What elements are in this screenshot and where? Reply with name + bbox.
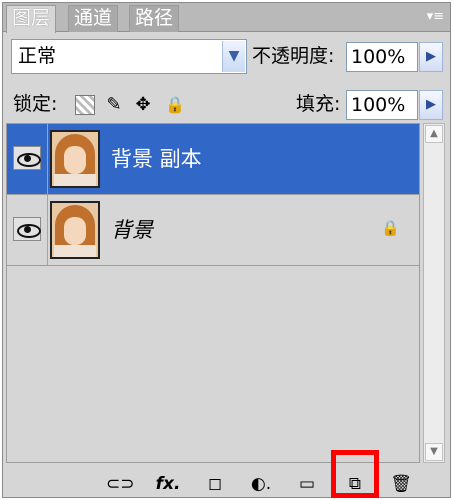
layer-list-scrollbar[interactable]: ▲ ▼ xyxy=(423,123,445,463)
eye-icon[interactable] xyxy=(13,217,41,241)
layer-list: 背景 副本 背景 🔒 xyxy=(6,123,420,463)
lock-icon: 🔒 xyxy=(381,219,400,237)
layer-name[interactable]: 背景 xyxy=(111,217,153,243)
fill-slider-button[interactable]: ▶ xyxy=(419,90,443,120)
layer-style-icon[interactable]: fx. xyxy=(153,473,183,495)
link-layers-icon[interactable]: ⊂⊃ xyxy=(106,473,135,495)
lock-label: 锁定: xyxy=(13,93,58,115)
tab-layers[interactable]: 图层 xyxy=(6,5,57,33)
lock-position-icon[interactable]: ✥ xyxy=(133,95,153,115)
add-mask-icon[interactable]: ◻ xyxy=(203,473,227,495)
lock-paint-icon[interactable]: ✎ xyxy=(104,95,124,115)
panel-tab-bar: 图层 通道 路径 ▾≡ xyxy=(3,3,450,33)
layer-thumbnail xyxy=(50,130,100,188)
scroll-down-icon[interactable]: ▼ xyxy=(425,443,443,461)
layers-panel: 图层 通道 路径 ▾≡ 正常 ▼ 不透明度: 100% ▶ 锁定: ✎ ✥ 🔒 … xyxy=(2,2,451,498)
blend-mode-select[interactable]: 正常 ▼ xyxy=(11,39,247,74)
layer-row-background-copy[interactable]: 背景 副本 xyxy=(7,124,419,195)
lock-transparency-icon[interactable] xyxy=(75,95,95,115)
new-layer-highlight-box xyxy=(331,450,379,498)
layer-row-background[interactable]: 背景 🔒 xyxy=(7,195,419,266)
lock-all-icon[interactable]: 🔒 xyxy=(165,95,185,115)
opacity-slider-button[interactable]: ▶ xyxy=(419,42,443,72)
fill-label: 填充: xyxy=(296,93,341,115)
fill-field[interactable]: 100% xyxy=(346,90,418,120)
panel-menu-icon[interactable]: ▾≡ xyxy=(427,9,444,24)
chevron-down-icon[interactable]: ▼ xyxy=(222,41,245,72)
delete-layer-icon[interactable]: 🗑 xyxy=(389,473,413,495)
tab-paths[interactable]: 路径 xyxy=(129,5,180,32)
layer-name[interactable]: 背景 副本 xyxy=(111,146,202,172)
opacity-label: 不透明度: xyxy=(252,45,335,67)
adjustment-layer-icon[interactable]: ◐. xyxy=(247,473,275,495)
blend-mode-value: 正常 xyxy=(18,45,57,67)
scroll-up-icon[interactable]: ▲ xyxy=(425,125,443,143)
opacity-field[interactable]: 100% xyxy=(346,42,418,72)
eye-icon[interactable] xyxy=(13,146,41,170)
layers-bottom-toolbar: ⊂⊃ fx. ◻ ◐. ▭ ⧉ 🗑 xyxy=(3,465,450,497)
new-group-icon[interactable]: ▭ xyxy=(295,473,319,495)
layer-thumbnail xyxy=(50,201,100,259)
tab-channels[interactable]: 通道 xyxy=(68,5,119,32)
